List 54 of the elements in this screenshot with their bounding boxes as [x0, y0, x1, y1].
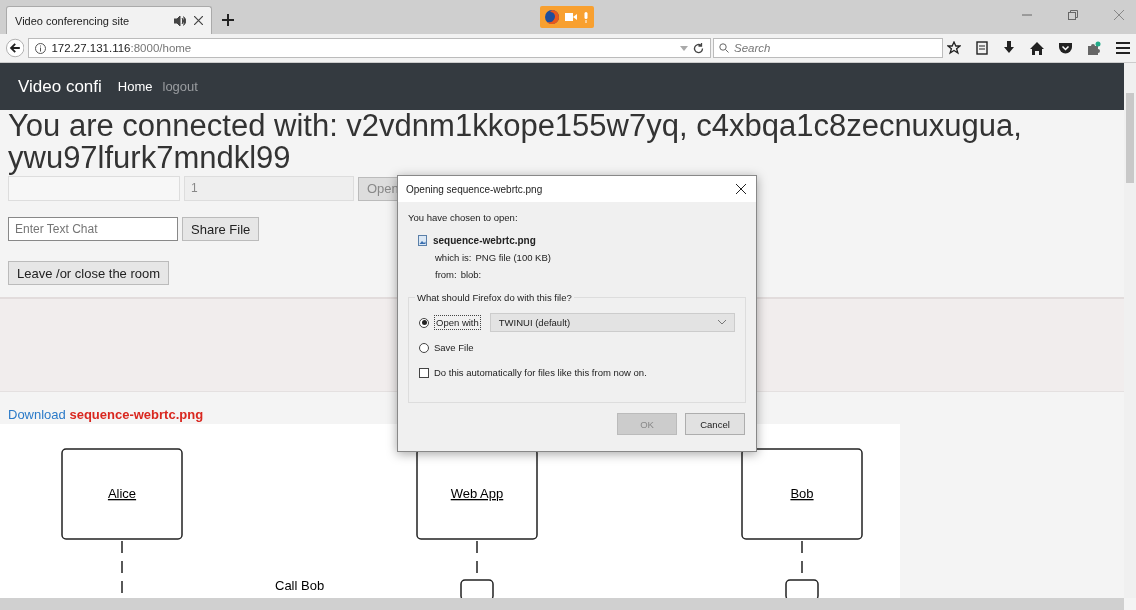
radio-label[interactable]: Open with	[434, 315, 481, 330]
chat-field[interactable]: Enter Text Chat	[8, 217, 178, 241]
chevron-icon	[717, 320, 726, 325]
sharing-indicator[interactable]	[540, 6, 594, 28]
activation-box	[785, 579, 819, 601]
info-icon[interactable]	[35, 42, 47, 54]
radio-button[interactable]	[419, 342, 429, 353]
group-label: What should Firefox do with this file?	[416, 292, 573, 303]
participant-box: Bob	[741, 448, 863, 540]
activation-box	[460, 579, 494, 601]
close-icon[interactable]	[194, 16, 203, 25]
nav-link[interactable]: logout	[162, 79, 198, 94]
speaker-icon[interactable]	[174, 15, 186, 26]
leave-room-button[interactable]: Leave /or close the room	[8, 261, 170, 285]
meta-label: from:	[435, 269, 457, 280]
nav-link[interactable]: Home	[117, 79, 153, 94]
connected-heading: You are connected with: v2vdnm1kkope155w7yq, c4xbqa1c8zecnuxugua, ywu97lfurk7mndkl99	[8, 110, 1023, 174]
puzzle-icon[interactable]	[1087, 41, 1101, 55]
checkbox[interactable]	[419, 367, 429, 378]
file-name: sequence-webrtc.png	[433, 235, 536, 246]
bookmarks-list-icon[interactable]	[976, 41, 988, 55]
menu-icon[interactable]	[1116, 42, 1130, 54]
search-field[interactable]: Search	[713, 38, 943, 58]
browser-tab[interactable]: Video conferencing site	[6, 6, 212, 34]
app-select[interactable]: TWINUI (default)	[489, 313, 735, 332]
participant-box: Alice	[61, 448, 183, 540]
home-icon[interactable]	[1030, 41, 1044, 55]
radio-button[interactable]	[419, 317, 429, 328]
checkbox-label[interactable]: Do this automatically for files like this from now on.	[434, 367, 647, 378]
close-icon[interactable]	[736, 184, 746, 194]
horizontal-scrollbar[interactable]	[0, 598, 1124, 610]
address-bar[interactable]: 172.27.131.116:8000/home	[28, 38, 711, 58]
bookmark-star-icon[interactable]	[947, 41, 961, 55]
meta-label: which is:	[435, 252, 472, 263]
back-icon[interactable]	[6, 38, 25, 58]
pocket-icon[interactable]	[1059, 42, 1072, 54]
browser-logo-icon	[545, 10, 559, 24]
download-icon[interactable]	[1003, 41, 1015, 55]
dialog-button[interactable]: Cancel	[685, 413, 745, 435]
share-file-button[interactable]: Share File	[182, 217, 260, 241]
site-brand[interactable]: Video confi	[18, 76, 102, 97]
camera-icon	[565, 13, 577, 21]
new-tab-icon[interactable]	[222, 14, 234, 26]
restore-icon[interactable]	[1068, 10, 1078, 20]
file-type: PNG file (100 KB)	[475, 252, 551, 263]
input-field[interactable]	[8, 176, 180, 201]
file-source: blob:	[460, 269, 482, 280]
radio-label[interactable]: Save File	[434, 342, 474, 353]
vertical-scrollbar[interactable]	[1124, 63, 1136, 598]
message-label: Call Bob	[275, 578, 325, 593]
dialog-text: You have chosen to open:	[408, 212, 519, 223]
image-file-icon	[418, 235, 427, 246]
download-link[interactable]: Download sequence-webrtc.png	[8, 407, 204, 422]
reload-icon[interactable]	[693, 42, 704, 54]
